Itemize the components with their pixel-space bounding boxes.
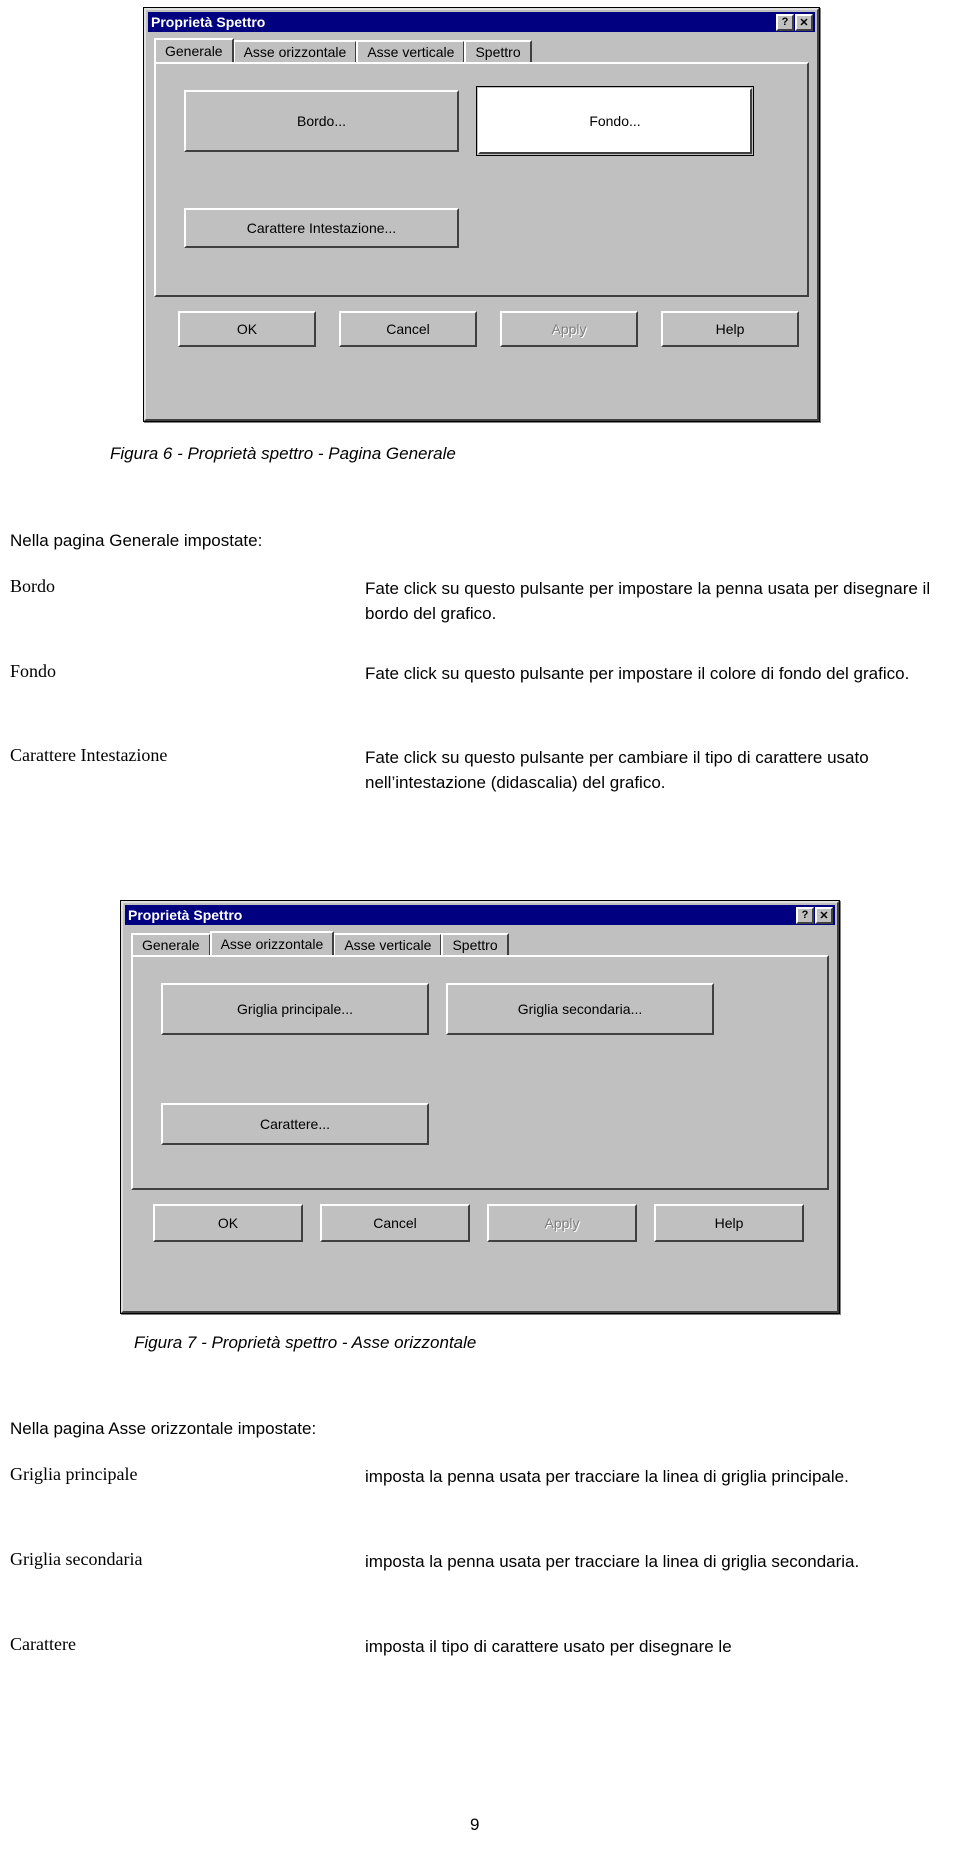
dialog2-titlebar: Proprietà Spettro ? ✕: [125, 905, 835, 925]
tab2-spettro[interactable]: Spettro: [441, 933, 509, 955]
fondo-button-label: Fondo...: [589, 113, 641, 129]
tab2-asse-verticale[interactable]: Asse verticale: [333, 933, 443, 955]
griglia-principale-button[interactable]: Griglia principale...: [161, 983, 429, 1035]
apply-button-label: Apply: [551, 321, 587, 337]
tab-spettro[interactable]: Spettro: [464, 40, 532, 62]
help-titlebar-button-2[interactable]: ?: [796, 906, 814, 924]
griglia-secondaria-button-label: Griglia secondaria...: [517, 1001, 643, 1017]
term-griglia-secondaria: Griglia secondaria: [10, 1549, 143, 1569]
ok-button-label: OK: [236, 321, 258, 337]
tab2-asse-orizzontale[interactable]: Asse orizzontale: [209, 931, 335, 955]
carattere-button[interactable]: Carattere...: [161, 1103, 429, 1145]
term-fondo: Fondo: [10, 661, 57, 681]
ok-button[interactable]: OK: [178, 311, 316, 347]
apply-button-2[interactable]: Apply: [487, 1204, 637, 1242]
help-button-label: Help: [715, 321, 745, 337]
cancel-button-2-label: Cancel: [373, 1215, 417, 1231]
fondo-button[interactable]: Fondo...: [476, 86, 754, 156]
desc-carattere-intestazione: Fate click su questo pulsante per cambia…: [365, 748, 869, 792]
tab2-generale[interactable]: Generale: [131, 933, 211, 955]
carattere-button-label: Carattere...: [259, 1116, 331, 1132]
dialog-title: Proprietà Spettro: [151, 14, 266, 30]
section2-intro: Nella pagina Asse orizzontale impostate:: [10, 1419, 317, 1438]
apply-button-2-label: Apply: [544, 1215, 580, 1231]
tab-asse-orizzontale[interactable]: Asse orizzontale: [232, 40, 358, 62]
section1-intro: Nella pagina Generale impostate:: [10, 531, 263, 550]
page-number: 9: [470, 1815, 480, 1834]
close-titlebar-button[interactable]: ✕: [795, 13, 813, 31]
dialog-footer: OK Cancel Apply Help: [148, 297, 815, 357]
desc-bordo: Fate click su questo pulsante per impost…: [365, 579, 931, 623]
tabstrip-2: Generale Asse orizzontale Asse verticale…: [125, 931, 835, 955]
figura6-caption: Figura 6 - Proprietà spettro - Pagina Ge…: [110, 444, 456, 463]
ok-button-2[interactable]: OK: [153, 1204, 303, 1242]
help-button-2[interactable]: Help: [654, 1204, 804, 1242]
ok-button-2-label: OK: [217, 1215, 239, 1231]
tab-asse-verticale[interactable]: Asse verticale: [356, 40, 466, 62]
griglia-principale-button-label: Griglia principale...: [237, 1001, 353, 1017]
help-button[interactable]: Help: [661, 311, 799, 347]
term-bordo: Bordo: [10, 576, 55, 596]
desc-griglia-secondaria: imposta la penna usata per tracciare la …: [365, 1552, 860, 1571]
term-griglia-principale: Griglia principale: [10, 1464, 138, 1484]
desc-carattere: imposta il tipo di carattere usato per d…: [365, 1637, 732, 1656]
bordo-button-label: Bordo...: [296, 113, 347, 129]
tab-page-generale: Bordo... Fondo... Carattere Intestazione…: [154, 62, 809, 297]
properties-dialog-generale: Proprietà Spettro ? ✕ Generale Asse oriz…: [143, 7, 820, 422]
apply-button[interactable]: Apply: [500, 311, 638, 347]
cancel-button-label: Cancel: [386, 321, 430, 337]
tab-generale[interactable]: Generale: [154, 38, 234, 62]
help-button-2-label: Help: [714, 1215, 744, 1231]
cancel-button[interactable]: Cancel: [339, 311, 477, 347]
figura7-caption: Figura 7 - Proprietà spettro - Asse oriz…: [134, 1333, 477, 1352]
term-carattere: Carattere: [10, 1634, 76, 1654]
dialog2-footer: OK Cancel Apply Help: [125, 1190, 835, 1250]
desc-fondo: Fate click su questo pulsante per impost…: [365, 664, 910, 683]
desc-griglia-principale: imposta la penna usata per tracciare la …: [365, 1467, 849, 1486]
term-carattere-intestazione: Carattere Intestazione: [10, 745, 168, 765]
carattere-intestazione-button[interactable]: Carattere Intestazione...: [184, 208, 459, 248]
close-titlebar-button-2[interactable]: ✕: [815, 906, 833, 924]
griglia-secondaria-button[interactable]: Griglia secondaria...: [446, 983, 714, 1035]
dialog2-title: Proprietà Spettro: [128, 907, 243, 923]
properties-dialog-asse-orizzontale: Proprietà Spettro ? ✕ Generale Asse oriz…: [120, 900, 840, 1314]
tab-page-asse-orizzontale: Griglia principale... Griglia secondaria…: [131, 955, 829, 1190]
help-titlebar-button[interactable]: ?: [776, 13, 794, 31]
dialog-titlebar: Proprietà Spettro ? ✕: [148, 12, 815, 32]
carattere-intestazione-button-label: Carattere Intestazione...: [246, 220, 397, 236]
tabstrip: Generale Asse orizzontale Asse verticale…: [148, 38, 815, 62]
bordo-button[interactable]: Bordo...: [184, 90, 459, 152]
cancel-button-2[interactable]: Cancel: [320, 1204, 470, 1242]
